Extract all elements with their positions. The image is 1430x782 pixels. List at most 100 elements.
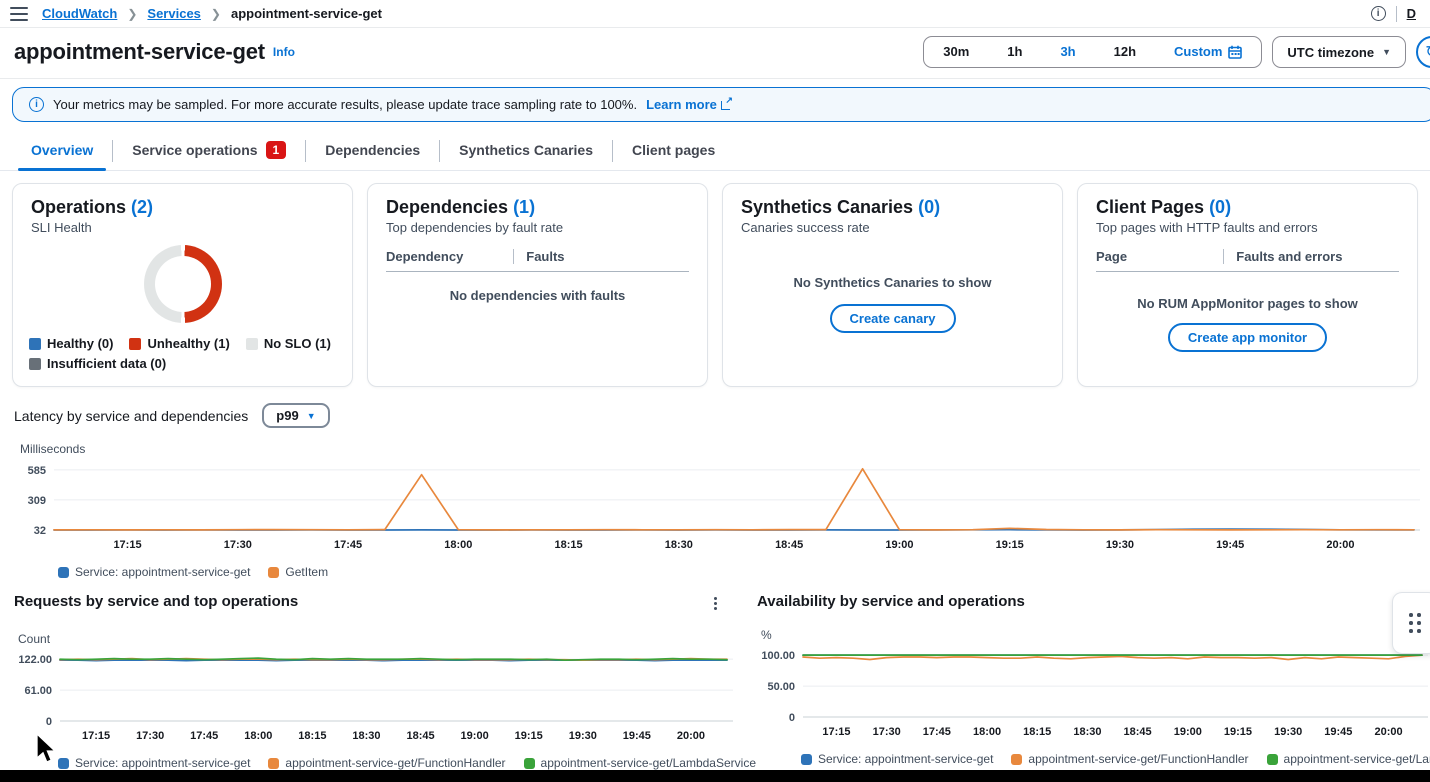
refresh-button[interactable]: ↻: [1416, 36, 1430, 68]
tab-overview[interactable]: Overview: [12, 132, 112, 170]
svg-text:19:45: 19:45: [1324, 726, 1352, 738]
svg-text:17:45: 17:45: [190, 730, 218, 742]
tab-service-operations[interactable]: Service operations1: [113, 132, 305, 170]
svg-text:17:30: 17:30: [224, 539, 252, 551]
availability-chart-legend: Service: appointment-service-get appointm…: [801, 752, 1430, 766]
column-header: Faults and errors: [1223, 249, 1399, 264]
operations-card: Operations (2) SLI Health Healthy (0)Unh…: [12, 183, 353, 387]
empty-state-text: No dependencies with faults: [386, 288, 689, 303]
svg-text:19:30: 19:30: [1274, 726, 1302, 738]
svg-text:32: 32: [34, 525, 46, 537]
svg-text:50.00: 50.00: [767, 681, 795, 693]
card-subtitle: Canaries success rate: [741, 220, 1044, 235]
hamburger-menu-icon[interactable]: [10, 7, 28, 21]
card-subtitle: Top pages with HTTP faults and errors: [1096, 220, 1399, 235]
svg-text:19:15: 19:15: [1224, 726, 1252, 738]
learn-more-link[interactable]: Learn more: [646, 97, 732, 112]
legend-item: Service: appointment-service-get: [801, 752, 993, 766]
operations-count-link[interactable]: (2): [131, 197, 153, 217]
y-axis-unit: Milliseconds: [20, 442, 1430, 456]
info-icon: i: [29, 97, 44, 112]
requests-chart-svg: 122.0061.00017:1517:3017:4518:0018:1518:…: [14, 648, 735, 747]
svg-text:18:15: 18:15: [298, 730, 326, 742]
cloudwatch-service-page: CloudWatch ❯ Services ❯ appointment-serv…: [0, 0, 1430, 782]
create-app-monitor-button[interactable]: Create app monitor: [1168, 323, 1327, 352]
availability-chart-block: Availability by service and operations %…: [735, 593, 1430, 770]
legend-item: appointment-service-get/LambdaService: [524, 756, 756, 770]
drag-dots-icon: [1409, 613, 1421, 633]
percentile-value: p99: [276, 408, 298, 423]
tab-dependencies[interactable]: Dependencies: [306, 132, 439, 170]
svg-text:19:15: 19:15: [996, 539, 1024, 551]
requests-line-chart: 122.0061.00017:1517:3017:4518:0018:1518:…: [14, 648, 735, 752]
svg-text:19:15: 19:15: [515, 730, 543, 742]
breadcrumb-services[interactable]: Services: [147, 6, 201, 21]
truncated-link[interactable]: D: [1407, 6, 1416, 21]
legend-item: Service: appointment-service-get: [58, 756, 250, 770]
legend-item: No SLO (1): [246, 334, 331, 354]
svg-text:0: 0: [46, 716, 52, 728]
card-title: Operations (2): [31, 197, 334, 218]
time-range-12h[interactable]: 12h: [1095, 37, 1155, 67]
svg-text:18:00: 18:00: [973, 726, 1001, 738]
chevron-right-icon: ❯: [211, 7, 221, 21]
svg-text:18:30: 18:30: [1073, 726, 1101, 738]
svg-text:18:30: 18:30: [665, 539, 693, 551]
chart-menu-icon[interactable]: [710, 593, 721, 614]
latency-line-chart: 5853093217:1517:3017:4518:0018:1518:3018…: [14, 458, 1422, 561]
svg-text:17:30: 17:30: [136, 730, 164, 742]
empty-state-text: No RUM AppMonitor pages to show: [1096, 296, 1399, 311]
y-axis-unit: Count: [18, 632, 735, 646]
breadcrumb-bar: CloudWatch ❯ Services ❯ appointment-serv…: [0, 0, 1430, 28]
canaries-count-link[interactable]: (0): [918, 197, 940, 217]
timezone-dropdown[interactable]: UTC timezone ▼: [1272, 36, 1406, 68]
time-range-3h[interactable]: 3h: [1041, 37, 1094, 67]
tab-synthetics-canaries[interactable]: Synthetics Canaries: [440, 132, 612, 170]
calendar-icon: [1228, 45, 1242, 59]
learn-more-label: Learn more: [646, 97, 717, 112]
column-header: Faults: [513, 249, 689, 264]
svg-text:100.00: 100.00: [761, 650, 795, 662]
page-title: appointment-service-get: [14, 39, 265, 65]
svg-text:19:30: 19:30: [1106, 539, 1134, 551]
svg-text:18:45: 18:45: [406, 730, 434, 742]
divider: [1396, 6, 1397, 22]
availability-line-chart: 100.0050.00017:1517:3017:4518:0018:1518:…: [757, 644, 1430, 748]
availability-chart-title: Availability by service and operations: [757, 593, 1025, 610]
legend-item: appointment-service-get/FunctionHandler: [268, 756, 505, 770]
svg-text:19:45: 19:45: [1216, 539, 1244, 551]
percentile-dropdown[interactable]: p99 ▼: [262, 403, 329, 428]
availability-chart-svg: 100.0050.00017:1517:3017:4518:0018:1518:…: [757, 644, 1430, 743]
info-icon[interactable]: i: [1371, 6, 1386, 21]
svg-text:17:15: 17:15: [113, 539, 141, 551]
legend-item: Unhealthy (1): [129, 334, 229, 354]
svg-text:17:15: 17:15: [82, 730, 110, 742]
latency-section: Latency by service and dependencies p99 …: [14, 403, 1430, 579]
info-link[interactable]: Info: [273, 45, 295, 59]
svg-text:18:00: 18:00: [244, 730, 272, 742]
client-pages-count-link[interactable]: (0): [1209, 197, 1231, 217]
widget-drag-handle[interactable]: [1392, 592, 1430, 654]
svg-text:19:45: 19:45: [623, 730, 651, 742]
dependencies-count-link[interactable]: (1): [513, 197, 535, 217]
requests-chart-title: Requests by service and top operations: [14, 593, 298, 610]
time-range-custom[interactable]: Custom: [1155, 37, 1261, 67]
chevron-right-icon: ❯: [127, 7, 137, 21]
time-range-1h[interactable]: 1h: [988, 37, 1041, 67]
svg-text:19:30: 19:30: [569, 730, 597, 742]
table-header: Page Faults and errors: [1096, 249, 1399, 272]
time-range-control: 30m1h3h12hCustom: [923, 36, 1262, 68]
svg-text:19:00: 19:00: [885, 539, 913, 551]
svg-text:17:15: 17:15: [822, 726, 850, 738]
breadcrumb-cloudwatch[interactable]: CloudWatch: [42, 6, 117, 21]
time-range-30m[interactable]: 30m: [924, 37, 988, 67]
client-pages-card: Client Pages (0) Top pages with HTTP fau…: [1077, 183, 1418, 387]
latency-chart-svg: 5853093217:1517:3017:4518:0018:1518:3018…: [14, 458, 1422, 556]
sli-health-donut-chart: [144, 245, 222, 323]
legend-item: appointment-service-get/LambdaService: [1267, 752, 1430, 766]
tab-client-pages[interactable]: Client pages: [613, 132, 734, 170]
create-canary-button[interactable]: Create canary: [830, 304, 956, 333]
svg-text:61.00: 61.00: [24, 685, 52, 697]
alert-count-badge: 1: [266, 141, 287, 159]
svg-text:0: 0: [789, 712, 795, 724]
